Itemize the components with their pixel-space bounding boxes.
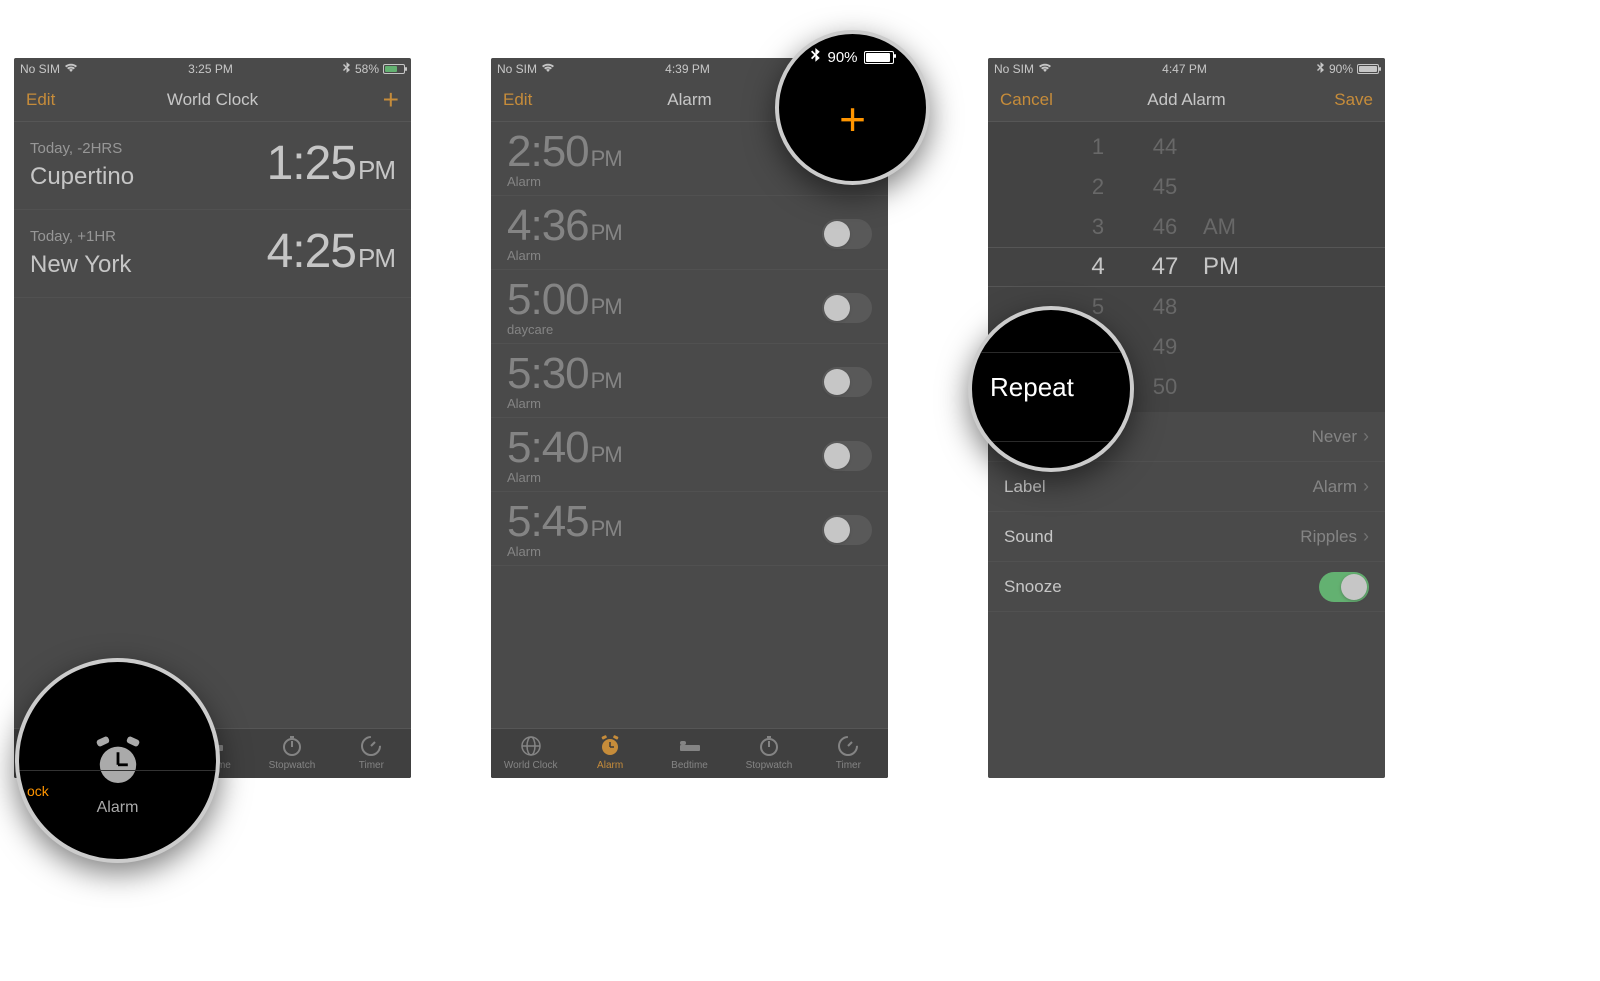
city-label: Cupertino xyxy=(30,163,134,191)
globe-icon xyxy=(491,733,570,759)
plus-icon: + xyxy=(383,84,399,115)
tab-alarm[interactable]: Alarm xyxy=(570,729,649,778)
battery-icon xyxy=(864,51,894,64)
alarm-toggle[interactable] xyxy=(822,441,872,471)
cut-text: ock xyxy=(27,783,49,799)
edit-button[interactable]: Edit xyxy=(26,90,86,110)
alarm-clock-icon xyxy=(90,734,146,795)
picker-ampm[interactable]: AM PM xyxy=(1203,122,1263,412)
alarm-row[interactable]: 4:36PM Alarm xyxy=(491,196,888,270)
row-value: Alarm xyxy=(1313,477,1357,497)
tab-stopwatch[interactable]: Stopwatch xyxy=(252,729,331,778)
snooze-toggle[interactable] xyxy=(1319,572,1369,602)
carrier-label: No SIM xyxy=(497,62,537,76)
tab-bedtime[interactable]: Bedtime xyxy=(650,729,729,778)
row-key: Snooze xyxy=(1004,577,1062,597)
picker-minutes[interactable]: 44 45 46 47 48 49 50 xyxy=(1143,122,1187,412)
alarm-label: Alarm xyxy=(507,174,622,189)
stopwatch-icon xyxy=(729,733,808,759)
status-time: 3:25 PM xyxy=(188,62,233,76)
plus-icon: + xyxy=(779,96,926,142)
timer-icon xyxy=(332,733,411,759)
alarm-row[interactable]: 5:00PM daycare xyxy=(491,270,888,344)
stopwatch-icon xyxy=(252,733,331,759)
status-time: 4:47 PM xyxy=(1162,62,1207,76)
carrier-label: No SIM xyxy=(20,62,60,76)
chevron-right-icon: › xyxy=(1363,476,1369,497)
world-clock-row[interactable]: Today, +1HR New York 4:25PM xyxy=(14,210,411,298)
snooze-row[interactable]: Snooze xyxy=(988,562,1385,612)
tab-stopwatch[interactable]: Stopwatch xyxy=(729,729,808,778)
timer-icon xyxy=(809,733,888,759)
page-title: World Clock xyxy=(86,90,339,110)
alarm-row[interactable]: 5:30PM Alarm xyxy=(491,344,888,418)
chevron-right-icon: › xyxy=(1363,526,1369,547)
page-title: Add Alarm xyxy=(1060,90,1313,110)
row-value: Never xyxy=(1312,427,1357,447)
sound-row[interactable]: Sound Ripples › xyxy=(988,512,1385,562)
bed-icon xyxy=(650,733,729,759)
callout-repeat-row: Repeat xyxy=(968,306,1134,472)
battery-icon xyxy=(383,64,405,74)
row-key: Sound xyxy=(1004,527,1053,547)
alarm-label: Alarm xyxy=(507,248,622,263)
world-clock-list: Today, -2HRS Cupertino 1:25PM Today, +1H… xyxy=(14,122,411,298)
alarm-row[interactable]: 5:45PM Alarm xyxy=(491,492,888,566)
wifi-icon xyxy=(1038,62,1052,76)
edit-button[interactable]: Edit xyxy=(503,90,563,110)
alarm-label: Alarm xyxy=(507,470,622,485)
city-label: New York xyxy=(30,251,131,279)
alarm-label: Alarm xyxy=(507,544,622,559)
bluetooth-icon xyxy=(1317,62,1325,77)
bluetooth-icon xyxy=(343,62,351,77)
battery-pct: 90% xyxy=(827,49,857,66)
bluetooth-icon xyxy=(811,48,821,67)
carrier-label: No SIM xyxy=(994,62,1034,76)
battery-pct: 58% xyxy=(355,62,379,76)
alarm-toggle[interactable] xyxy=(822,367,872,397)
alarm-toggle[interactable] xyxy=(822,293,872,323)
tab-timer[interactable]: Timer xyxy=(332,729,411,778)
wifi-icon xyxy=(64,62,78,76)
alarm-toggle[interactable] xyxy=(822,219,872,249)
status-bar: No SIM 4:47 PM 90% xyxy=(988,58,1385,78)
row-key: Label xyxy=(1004,477,1046,497)
row-value: Ripples xyxy=(1300,527,1357,547)
wifi-icon xyxy=(541,62,555,76)
callout-add-button: 90% + xyxy=(775,30,930,185)
cancel-button[interactable]: Cancel xyxy=(1000,90,1060,110)
add-button[interactable]: + xyxy=(339,86,399,114)
alarm-clock-icon xyxy=(570,733,649,759)
alarm-toggle[interactable] xyxy=(822,515,872,545)
tab-label: Alarm xyxy=(90,799,146,817)
tab-bar: World Clock Alarm Bedtime Stopwatch Time… xyxy=(491,728,888,778)
tab-timer[interactable]: Timer xyxy=(809,729,888,778)
tab-world-clock[interactable]: World Clock xyxy=(491,729,570,778)
offset-label: Today, -2HRS xyxy=(30,140,134,157)
alarm-label: daycare xyxy=(507,322,622,337)
status-time: 4:39 PM xyxy=(665,62,710,76)
row-key: Repeat xyxy=(990,372,1074,403)
nav-bar: Edit World Clock + xyxy=(14,78,411,122)
alarm-label: Alarm xyxy=(507,396,622,411)
save-button[interactable]: Save xyxy=(1313,90,1373,110)
offset-label: Today, +1HR xyxy=(30,228,131,245)
battery-icon xyxy=(1357,64,1379,74)
battery-pct: 90% xyxy=(1329,62,1353,76)
city-time: 1:25PM xyxy=(267,136,395,191)
chevron-right-icon: › xyxy=(1363,426,1369,447)
city-time: 4:25PM xyxy=(267,224,395,279)
world-clock-row[interactable]: Today, -2HRS Cupertino 1:25PM xyxy=(14,122,411,210)
callout-alarm-tab: ock Alarm xyxy=(15,658,220,863)
status-bar: No SIM 3:25 PM 58% xyxy=(14,58,411,78)
alarm-row[interactable]: 5:40PM Alarm xyxy=(491,418,888,492)
nav-bar: Cancel Add Alarm Save xyxy=(988,78,1385,122)
alarm-list[interactable]: 2:50PM Alarm 4:36PM Alarm 5:00PM daycare… xyxy=(491,122,888,728)
